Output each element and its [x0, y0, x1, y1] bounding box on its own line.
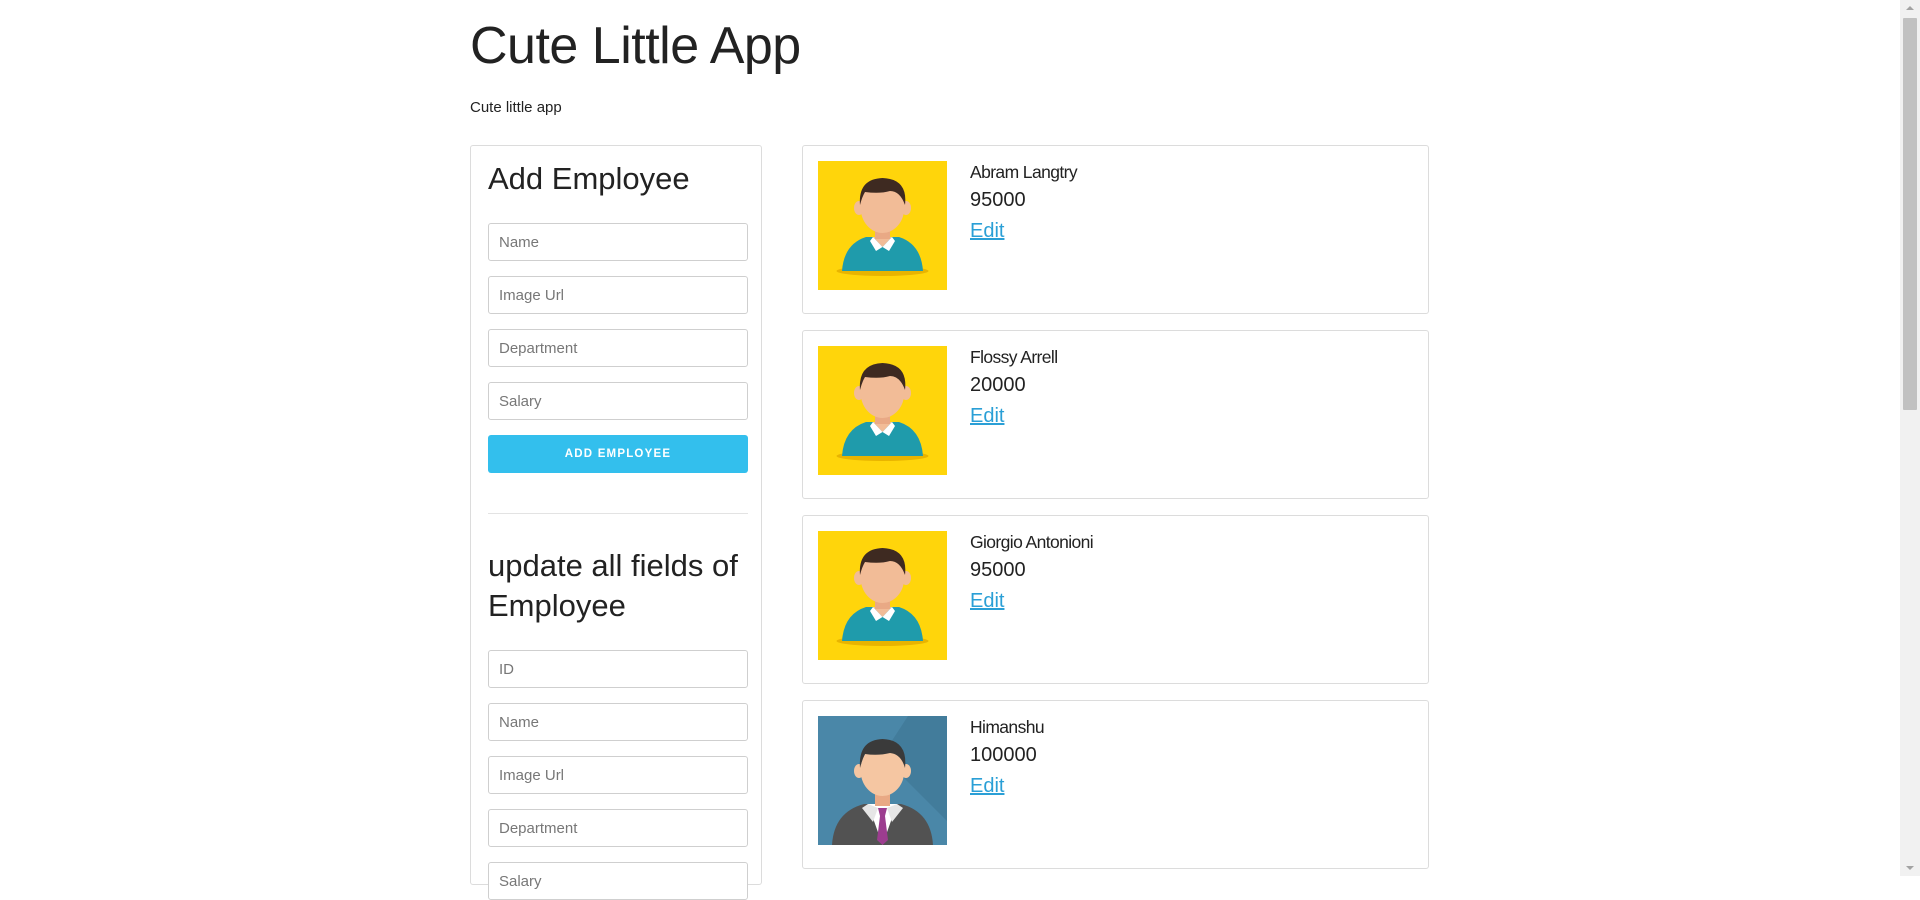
- update-employee-heading: update all fields of Employee: [488, 548, 738, 623]
- edit-employee-link[interactable]: Edit: [970, 775, 1004, 798]
- casual-person-avatar-icon: [818, 161, 947, 290]
- update-salary-input[interactable]: [488, 862, 748, 900]
- update-image-url-input[interactable]: [488, 756, 748, 794]
- edit-employee-link[interactable]: Edit: [970, 220, 1004, 243]
- businessman-avatar-icon: [818, 716, 947, 845]
- scroll-up-arrow-icon[interactable]: [1900, 0, 1920, 16]
- add-name-input[interactable]: [488, 223, 748, 261]
- page-subtitle: Cute little app: [470, 99, 562, 116]
- page-title: Cute Little App: [470, 17, 801, 75]
- scroll-down-arrow-icon[interactable]: [1900, 860, 1920, 876]
- update-department-input[interactable]: [488, 809, 748, 847]
- employee-salary: 100000: [970, 744, 1037, 766]
- casual-person-avatar-icon: [818, 346, 947, 475]
- employee-card: Abram Langtry 95000 Edit: [802, 145, 1429, 314]
- casual-person-avatar-icon: [818, 531, 947, 660]
- employee-forms-panel: Add Employee ADD EMPLOYEE update all fie…: [470, 145, 762, 900]
- employee-salary: 95000: [970, 559, 1026, 581]
- employee-salary: 95000: [970, 189, 1026, 211]
- employee-name: Giorgio Antonioni: [970, 532, 1094, 552]
- employee-name: Himanshu: [970, 717, 1045, 737]
- update-name-input[interactable]: [488, 703, 748, 741]
- add-employee-button[interactable]: ADD EMPLOYEE: [488, 435, 748, 473]
- add-image-url-input[interactable]: [488, 276, 748, 314]
- employee-card: Flossy Arrell 20000 Edit: [802, 330, 1429, 499]
- employee-card: Giorgio Antonioni 95000 Edit: [802, 515, 1429, 684]
- update-id-input[interactable]: [488, 650, 748, 688]
- edit-employee-link[interactable]: Edit: [970, 590, 1004, 613]
- add-department-input[interactable]: [488, 329, 748, 367]
- add-salary-input[interactable]: [488, 382, 748, 420]
- employee-name: Flossy Arrell: [970, 347, 1058, 367]
- employee-card: Himanshu 100000 Edit: [802, 700, 1429, 869]
- edit-employee-link[interactable]: Edit: [970, 405, 1004, 428]
- form-divider: [488, 513, 748, 514]
- employee-salary: 20000: [970, 374, 1026, 396]
- vertical-scrollbar[interactable]: [1900, 0, 1920, 876]
- scrollbar-thumb[interactable]: [1903, 18, 1917, 410]
- add-employee-heading: Add Employee: [488, 161, 690, 196]
- employee-name: Abram Langtry: [970, 162, 1078, 182]
